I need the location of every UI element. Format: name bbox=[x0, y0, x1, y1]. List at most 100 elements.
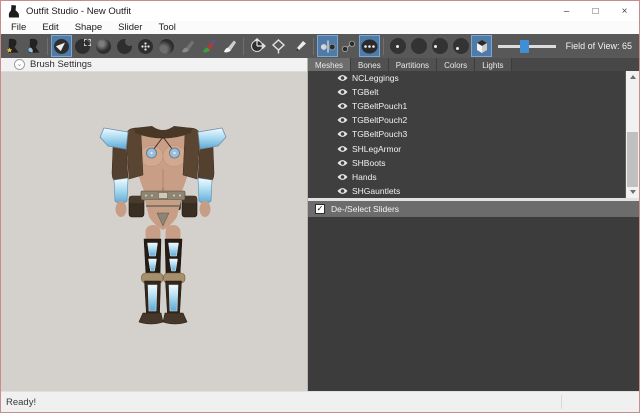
pivot-tool-button[interactable] bbox=[268, 35, 289, 57]
mesh-panel: NCLeggings TGBelt TGBeltPouch1 TGBeltPou… bbox=[308, 71, 639, 198]
scroll-up-icon[interactable] bbox=[626, 71, 639, 83]
visibility-eye-icon[interactable] bbox=[337, 102, 348, 110]
scroll-down-icon[interactable] bbox=[626, 186, 639, 198]
move-brush-button[interactable] bbox=[135, 35, 156, 57]
x-mirror-icon bbox=[320, 40, 335, 52]
toolbar-separator bbox=[383, 37, 384, 55]
load-outfit-button[interactable] bbox=[2, 35, 23, 57]
alpha-brush-icon bbox=[223, 40, 236, 53]
tab[interactable]: Bones bbox=[351, 58, 389, 71]
select-tool-button[interactable] bbox=[51, 35, 72, 57]
mask-brush-button[interactable] bbox=[72, 35, 93, 57]
collapse-chevron-icon[interactable]: ⌄ bbox=[14, 59, 25, 70]
mesh-list-item[interactable]: NCLeggings bbox=[308, 71, 625, 85]
inflate-brush-button[interactable] bbox=[93, 35, 114, 57]
menu-item[interactable]: Shape bbox=[67, 22, 110, 33]
menu-item[interactable]: Tool bbox=[150, 22, 183, 33]
mesh-list-item[interactable]: SHGauntlets bbox=[308, 184, 625, 198]
tab[interactable]: Partitions bbox=[388, 58, 438, 71]
weight-brush-icon bbox=[181, 40, 194, 53]
visibility-eye-icon[interactable] bbox=[337, 130, 348, 138]
perspective-toggle[interactable] bbox=[471, 35, 492, 57]
x-mirror-toggle[interactable] bbox=[317, 35, 338, 57]
minimize-button[interactable]: – bbox=[552, 1, 581, 21]
visibility-eye-icon[interactable] bbox=[337, 74, 348, 82]
toolbar-separator bbox=[47, 37, 48, 55]
mesh-name: TGBeltPouch3 bbox=[352, 129, 408, 140]
mesh-list-scrollbar[interactable] bbox=[625, 71, 639, 198]
app-icon bbox=[8, 4, 20, 18]
visibility-eye-icon[interactable] bbox=[337, 88, 348, 96]
sliders-panel-header: ✓ De-/Select Sliders bbox=[308, 201, 639, 217]
brush-falloff-3-button[interactable] bbox=[429, 35, 450, 57]
mesh-name: SHGauntlets bbox=[352, 185, 401, 196]
visibility-eye-icon[interactable] bbox=[337, 173, 348, 181]
falloff-icon bbox=[452, 38, 469, 54]
brush-settings-header[interactable]: ⌄ Brush Settings bbox=[1, 58, 307, 72]
3d-viewport[interactable] bbox=[1, 72, 307, 391]
field-of-view-slider[interactable] bbox=[497, 39, 556, 53]
deflate-brush-button[interactable] bbox=[114, 35, 135, 57]
mesh-list: NCLeggings TGBelt TGBeltPouch1 TGBeltPou… bbox=[308, 71, 625, 198]
mesh-name: TGBeltPouch2 bbox=[352, 115, 408, 126]
maximize-button[interactable]: □ bbox=[581, 1, 610, 21]
mesh-list-item[interactable]: TGBeltPouch1 bbox=[308, 99, 625, 113]
mesh-name: TGBeltPouch1 bbox=[352, 101, 408, 112]
status-bar: Ready! bbox=[1, 391, 639, 412]
toolbar-separator bbox=[243, 37, 244, 55]
connected-vertices-icon bbox=[341, 40, 356, 52]
smooth-brush-button[interactable] bbox=[156, 35, 177, 57]
vertex-edit-tool-button[interactable] bbox=[289, 35, 310, 57]
move-brush-icon bbox=[138, 38, 153, 54]
weight-brush-button[interactable] bbox=[177, 35, 198, 57]
inflate-brush-icon bbox=[96, 38, 111, 54]
close-button[interactable]: × bbox=[610, 1, 639, 21]
mesh-name: SHBoots bbox=[352, 157, 386, 168]
mesh-list-item[interactable]: TGBeltPouch3 bbox=[308, 127, 625, 141]
load-reference-button[interactable] bbox=[23, 35, 44, 57]
mesh-list-item[interactable]: TGBeltPouch2 bbox=[308, 113, 625, 127]
color-brush-icon bbox=[202, 39, 215, 53]
cube-icon bbox=[476, 39, 487, 53]
slider-thumb[interactable] bbox=[519, 39, 529, 53]
status-divider bbox=[561, 395, 562, 409]
alpha-brush-button[interactable] bbox=[219, 35, 240, 57]
visibility-eye-icon[interactable] bbox=[337, 145, 348, 153]
global-brush-collision-toggle[interactable] bbox=[359, 35, 380, 57]
mesh-name: NCLeggings bbox=[352, 73, 399, 84]
menu-item[interactable]: Edit bbox=[34, 22, 66, 33]
toolbar: Field of View: 65 bbox=[1, 34, 639, 58]
mesh-list-item[interactable]: SHLegArmor bbox=[308, 141, 625, 155]
mesh-name: TGBelt bbox=[352, 87, 379, 98]
mesh-list-item[interactable]: Hands bbox=[308, 170, 625, 184]
smooth-brush-icon bbox=[159, 38, 174, 54]
visibility-eye-icon[interactable] bbox=[337, 187, 348, 195]
select-icon bbox=[54, 38, 69, 54]
edit-connected-toggle[interactable] bbox=[338, 35, 359, 57]
transform-tool-button[interactable] bbox=[247, 35, 268, 57]
visibility-eye-icon[interactable] bbox=[337, 116, 348, 124]
menu-item[interactable]: Slider bbox=[110, 22, 150, 33]
pivot-pin-icon bbox=[271, 38, 286, 53]
transform-icon bbox=[250, 38, 266, 52]
falloff-icon bbox=[431, 38, 448, 54]
color-brush-button[interactable] bbox=[198, 35, 219, 57]
field-of-view-label: Field of View: 65 bbox=[565, 41, 632, 51]
titlebar: Outfit Studio - New Outfit – □ × bbox=[1, 1, 639, 21]
mesh-list-item[interactable]: TGBelt bbox=[308, 85, 625, 99]
menu-item[interactable]: File bbox=[3, 22, 34, 33]
vertex-edit-pen-icon bbox=[295, 40, 306, 52]
mesh-list-item[interactable]: SHBoots bbox=[308, 156, 625, 170]
tab[interactable]: Lights bbox=[475, 58, 512, 71]
brush-falloff-1-button[interactable] bbox=[387, 35, 408, 57]
deselect-sliders-checkbox[interactable]: ✓ bbox=[315, 204, 325, 214]
scrollbar-thumb[interactable] bbox=[627, 131, 638, 187]
outfit-studio-window: Outfit Studio - New Outfit – □ × File Edi… bbox=[0, 0, 640, 413]
tab[interactable]: Meshes bbox=[308, 58, 352, 71]
visibility-eye-icon[interactable] bbox=[337, 159, 348, 167]
brush-falloff-4-button[interactable] bbox=[450, 35, 471, 57]
brush-falloff-2-button[interactable] bbox=[408, 35, 429, 57]
brush-settings-label: Brush Settings bbox=[30, 59, 92, 70]
sliders-list-area[interactable] bbox=[308, 217, 639, 391]
tab[interactable]: Colors bbox=[437, 58, 476, 71]
